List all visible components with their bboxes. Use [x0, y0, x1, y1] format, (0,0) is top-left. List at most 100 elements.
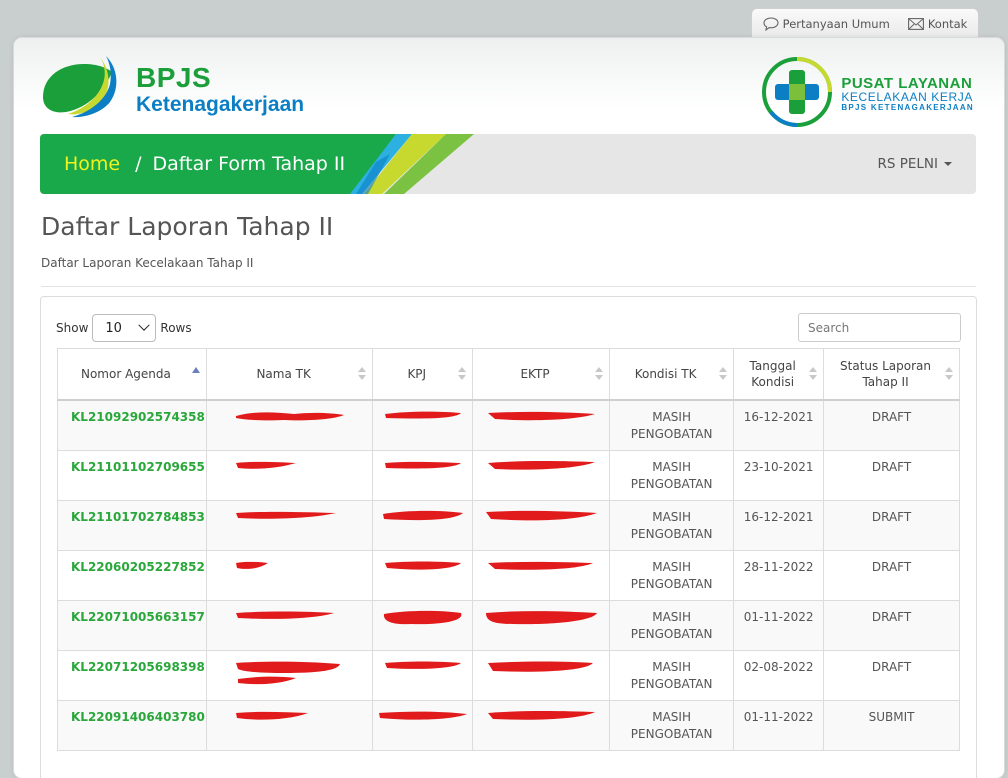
tanggal-kondisi-cell: 16-12-2021 — [733, 399, 825, 451]
main-container: BPJS Ketenagakerjaan PUSAT LAYANAN KECEL… — [14, 38, 1004, 778]
sort-icon — [594, 367, 603, 383]
redacted-ektp — [472, 549, 610, 601]
column-header-ektp[interactable]: EKTP — [472, 348, 610, 401]
tanggal-kondisi-cell: 28-11-2022 — [733, 549, 825, 601]
table-row: KL22060205227852 MASIH PENGOBATAN 28-11-… — [57, 549, 960, 601]
nomor-agenda-link[interactable]: KL21101102709655 — [57, 449, 207, 501]
tanggal-kondisi-cell: 01-11-2022 — [733, 699, 825, 751]
redacted-kpj — [372, 599, 474, 651]
column-header-kondisi-tk[interactable]: Kondisi TK — [608, 348, 735, 401]
kondisi-tk-cell: MASIH PENGOBATAN — [608, 599, 735, 651]
rows-label: Rows — [160, 321, 192, 335]
column-header-label: Status Laporan Tahap II — [840, 358, 931, 389]
redacted-kpj — [372, 499, 474, 551]
breadcrumb-home-link[interactable]: Home — [64, 153, 120, 175]
table-row: KL21101102709655 MASIH PENGOBATAN 23-10-… — [57, 449, 960, 501]
breadcrumb-separator: / — [135, 153, 142, 175]
redacted-ektp — [472, 399, 610, 451]
kondisi-tk-cell: MASIH PENGOBATAN — [608, 549, 735, 601]
top-utility-bar: Pertanyaan Umum Kontak — [751, 8, 979, 39]
chevron-down-icon — [138, 319, 151, 331]
status-cell: SUBMIT — [823, 699, 960, 751]
logo-subbrand-text: Ketenagakerjaan — [136, 92, 305, 116]
sort-icon — [719, 367, 728, 383]
rows-per-page-value: 10 — [105, 320, 122, 336]
sort-icon — [358, 367, 367, 383]
caret-down-icon — [944, 162, 952, 166]
bpjs-leaf-icon — [40, 54, 126, 124]
status-cell: DRAFT — [823, 549, 960, 601]
redacted-ektp — [472, 649, 610, 701]
nomor-agenda-link[interactable]: KL22060205227852 — [57, 549, 207, 601]
redacted-nama-tk — [205, 549, 374, 601]
redacted-ektp — [472, 449, 610, 501]
kondisi-tk-cell: MASIH PENGOBATAN — [608, 449, 735, 501]
search-input[interactable] — [798, 313, 961, 342]
column-header-nama-tk[interactable]: Nama TK — [205, 348, 374, 401]
kondisi-tk-cell: MASIH PENGOBATAN — [608, 649, 735, 701]
redacted-nama-tk — [205, 599, 374, 651]
pusat-layanan-text: PUSAT LAYANAN — [841, 74, 973, 92]
nomor-agenda-link[interactable]: KL22091406403780 — [57, 699, 207, 751]
column-header-status-laporan[interactable]: Status Laporan Tahap II — [823, 348, 960, 401]
bpjs-ketenagakerjaan-small-text: BPJS KETENAGAKERJAAN — [841, 102, 974, 112]
user-menu-dropdown[interactable]: RS PELNI — [877, 134, 952, 194]
column-header-label: Tanggal Kondisi — [749, 358, 796, 389]
table-row: KL22071005663157 MASIH PENGOBATAN 01-11-… — [57, 599, 960, 651]
nomor-agenda-link[interactable]: KL21101702784853 — [57, 499, 207, 551]
pusat-layanan-logo: PUSAT LAYANAN KECELAKAAN KERJA BPJS KETE… — [761, 56, 974, 132]
sort-icon — [458, 367, 467, 383]
redacted-nama-tk — [205, 649, 374, 701]
nomor-agenda-link[interactable]: KL22071205698398 — [57, 649, 207, 701]
page-subtitle: Daftar Laporan Kecelakaan Tahap II — [41, 256, 254, 270]
redacted-ektp — [472, 699, 610, 751]
status-cell: DRAFT — [823, 399, 960, 451]
contact-label: Kontak — [927, 17, 968, 31]
redacted-kpj — [372, 649, 474, 701]
column-header-label: Nomor Agenda — [80, 366, 171, 381]
redacted-kpj — [372, 399, 474, 451]
medical-cross-icon — [761, 56, 833, 132]
redacted-kpj — [372, 449, 474, 501]
redacted-ektp — [472, 499, 610, 551]
redacted-ektp — [472, 599, 610, 651]
nomor-agenda-link[interactable]: KL22071005663157 — [57, 599, 207, 651]
breadcrumb: Home / Daftar Form Tahap II — [64, 134, 345, 194]
status-cell: DRAFT — [823, 499, 960, 551]
column-header-tanggal-kondisi[interactable]: Tanggal Kondisi — [733, 348, 825, 401]
navbar: Home / Daftar Form Tahap II RS PELNI — [40, 134, 976, 194]
redacted-kpj — [372, 699, 474, 751]
column-header-nomor-agenda[interactable]: Nomor Agenda — [57, 348, 207, 401]
tanggal-kondisi-cell: 01-11-2022 — [733, 599, 825, 651]
speech-bubble-icon — [763, 17, 779, 31]
rows-per-page-select[interactable]: 10 — [92, 314, 157, 342]
bpjs-logo[interactable]: BPJS Ketenagakerjaan — [40, 54, 304, 124]
redacted-nama-tk — [205, 499, 374, 551]
rows-per-page-control: Show 10 Rows — [56, 314, 192, 342]
redacted-nama-tk — [205, 449, 374, 501]
user-menu-label: RS PELNI — [877, 156, 938, 172]
kondisi-tk-cell: MASIH PENGOBATAN — [608, 399, 735, 451]
column-header-kpj[interactable]: KPJ — [372, 348, 474, 401]
redacted-nama-tk — [205, 699, 374, 751]
sort-icon — [809, 367, 818, 383]
table-row: KL21101702784853 MASIH PENGOBATAN 16-12-… — [57, 499, 960, 551]
table-row: KL22071205698398 MASIH PENGOBATAN 02-08-… — [57, 649, 960, 701]
page-title: Daftar Laporan Tahap II — [41, 212, 334, 241]
kondisi-tk-cell: MASIH PENGOBATAN — [608, 499, 735, 551]
logo-brand-text: BPJS — [136, 61, 212, 93]
nomor-agenda-link[interactable]: KL21092902574358 — [57, 399, 207, 451]
envelope-icon — [907, 18, 924, 30]
contact-link[interactable]: Kontak — [907, 17, 968, 31]
column-header-label: KPJ — [407, 366, 427, 381]
sort-icon — [945, 367, 953, 383]
status-cell: DRAFT — [823, 599, 960, 651]
faq-link[interactable]: Pertanyaan Umum — [763, 17, 890, 31]
column-header-label: Nama TK — [256, 366, 311, 381]
divider — [41, 286, 976, 287]
show-label: Show — [56, 321, 89, 335]
faq-label: Pertanyaan Umum — [782, 17, 890, 31]
column-header-label: EKTP — [520, 366, 550, 381]
table-row: KL21092902574358 MASIH PENGOBATAN 16-12-… — [57, 399, 960, 451]
sort-ascending-icon — [191, 367, 200, 383]
